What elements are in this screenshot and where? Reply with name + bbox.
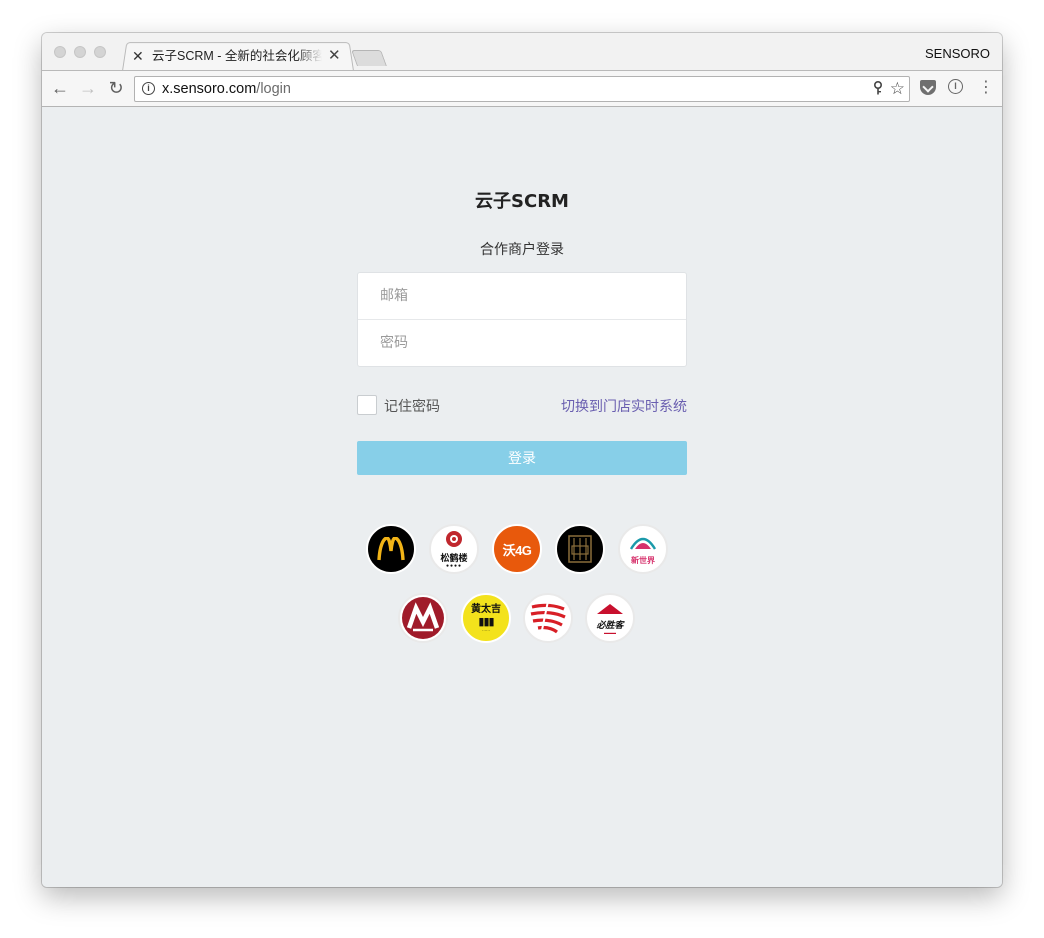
- address-bar[interactable]: i x.sensoro.com/login ☆: [134, 76, 910, 102]
- tab-close-icon[interactable]: ✕: [328, 47, 341, 65]
- sensoro-x-icon: ✕: [132, 48, 144, 64]
- huangtaiji-mark: 黄太吉: [471, 603, 501, 615]
- password-field[interactable]: [358, 320, 686, 366]
- new-world-logo: 新世界: [618, 524, 668, 574]
- password-manager-icon[interactable]: I: [948, 79, 963, 94]
- browser-window: ✕ 云子SCRM - 全新的社会化顾客关系管理 ✕ SENSORO ← → ↻ …: [42, 33, 1002, 887]
- zoom-window-button[interactable]: [94, 46, 106, 58]
- tab-title: 云子SCRM - 全新的社会化顾客关系管理: [152, 49, 322, 63]
- bookmark-star-icon[interactable]: ☆: [890, 79, 905, 99]
- url-host: x.sensoro.com: [162, 81, 257, 97]
- new-tab-button[interactable]: [351, 50, 387, 66]
- huangtaiji-logo: 黄太吉 ▮▮▮ ······: [461, 593, 511, 643]
- wo4g-logo: 沃4G: [492, 524, 542, 574]
- minimize-window-button[interactable]: [74, 46, 86, 58]
- login-button[interactable]: 登录: [357, 441, 687, 475]
- login-page: 云子SCRM 合作商户登录 记住密码 切换到门店实时系统 登录 松鹤楼 ●●●●…: [42, 107, 1002, 887]
- login-subtitle: 合作商户登录: [480, 242, 564, 258]
- url-text[interactable]: x.sensoro.com/login: [162, 81, 291, 98]
- wo4g-mark: 沃4G: [502, 542, 532, 558]
- close-window-button[interactable]: [54, 46, 66, 58]
- switch-system-link[interactable]: 切换到门店实时系统: [561, 396, 687, 416]
- login-form: [357, 272, 687, 367]
- remember-label[interactable]: 记住密码: [384, 396, 440, 416]
- key-icon[interactable]: [873, 80, 883, 98]
- email-field[interactable]: [358, 273, 686, 319]
- info-icon[interactable]: i: [142, 82, 155, 95]
- browser-toolbar: ← → ↻ i x.sensoro.com/login ☆ I ⋮: [42, 70, 1002, 107]
- new-world-mark: 新世界: [631, 556, 655, 565]
- tab-strip: ✕ 云子SCRM - 全新的社会化顾客关系管理 ✕ SENSORO: [42, 33, 1002, 71]
- active-tab-content[interactable]: ✕ 云子SCRM - 全新的社会化顾客关系管理 ✕: [130, 45, 352, 69]
- url-path: /login: [256, 81, 291, 97]
- back-arrow-icon[interactable]: ←: [50, 78, 70, 98]
- menu-kebab-icon[interactable]: ⋮: [978, 78, 994, 98]
- dark-brand-logo: [555, 524, 605, 574]
- pizzahut-logo: 必胜客 ▬▬▬: [585, 593, 635, 643]
- remember-checkbox[interactable]: [357, 395, 377, 415]
- songhelou-mark: 松鹤楼: [440, 552, 468, 563]
- pocket-icon[interactable]: [920, 80, 936, 95]
- red-stripes-logo: [523, 593, 573, 643]
- brand-title: 云子SCRM: [475, 191, 569, 212]
- pizzahut-mark: 必胜客: [596, 619, 624, 630]
- reload-icon[interactable]: ↻: [106, 78, 126, 98]
- forward-arrow-icon[interactable]: →: [78, 78, 98, 98]
- profile-name[interactable]: SENSORO: [925, 46, 990, 61]
- songhelou-logo: 松鹤楼 ●●●●: [429, 524, 479, 574]
- cmb-logo: [398, 593, 448, 643]
- mcdonalds-logo: [366, 524, 416, 574]
